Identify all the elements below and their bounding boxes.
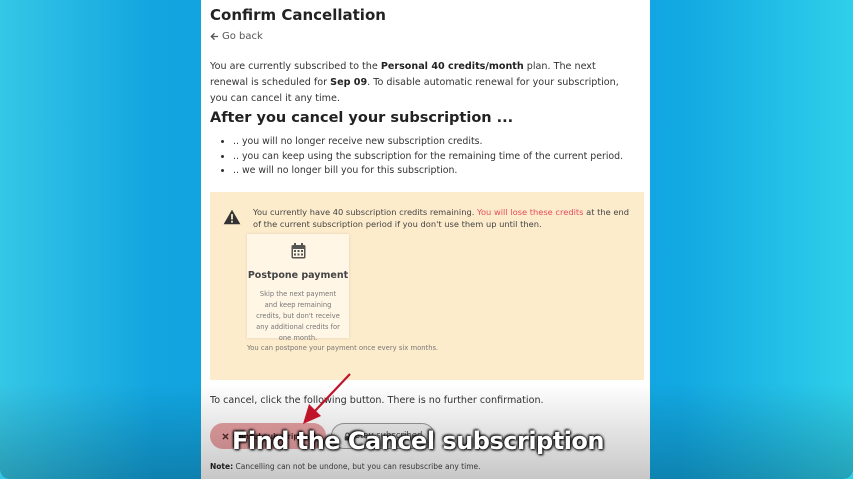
warning-text-1: You currently have 40 subscription credi… <box>253 207 478 217</box>
list-item: .. we will no longer bill you for this s… <box>233 164 623 179</box>
calendar-icon <box>291 243 306 259</box>
renewal-date: Sep 09 <box>330 77 368 88</box>
cancel-instruction: To cancel, click the following button. T… <box>210 395 544 406</box>
note-label: Note: <box>210 462 234 471</box>
warning-text: You currently have 40 subscription credi… <box>253 206 633 230</box>
note-text: Cancelling can not be undone, but you ca… <box>233 462 481 471</box>
postpone-description: Skip the next payment and keep remaining… <box>256 290 340 342</box>
after-cancel-heading: After you cancel your subscription ... <box>210 110 514 126</box>
list-item: .. you will no longer receive new subscr… <box>233 135 623 150</box>
plan-name: Personal 40 credits/month <box>380 61 524 72</box>
list-item: .. you can keep using the subscription f… <box>233 150 623 165</box>
cancellation-panel: Confirm Cancellation Go back You are cur… <box>201 0 650 479</box>
cancellation-note: Note: Cancelling can not be undone, but … <box>210 462 481 471</box>
x-icon <box>222 432 229 440</box>
subscription-intro: You are currently subscribed to the Pers… <box>210 59 636 107</box>
intro-text-1: You are currently subscribed to the <box>210 61 381 72</box>
credits-warning-box: You currently have 40 subscription credi… <box>210 192 644 380</box>
postpone-note: You can postpone your payment once every… <box>247 344 439 352</box>
go-back-label: Go back <box>222 31 263 42</box>
warning-triangle-icon <box>223 209 241 225</box>
go-back-link[interactable]: Go back <box>210 31 263 42</box>
tutorial-caption: Find the Cancel subscription <box>232 427 605 455</box>
warning-highlight: You will lose these credits <box>477 207 584 217</box>
postpone-title: Postpone payment <box>247 270 349 281</box>
arrow-left-icon <box>210 32 219 41</box>
postpone-payment-card[interactable]: Postpone payment Skip the next payment a… <box>247 234 349 342</box>
consequences-list: .. you will no longer receive new subscr… <box>219 135 623 179</box>
page-title: Confirm Cancellation <box>210 6 386 24</box>
video-frame: Confirm Cancellation Go back You are cur… <box>0 0 853 479</box>
